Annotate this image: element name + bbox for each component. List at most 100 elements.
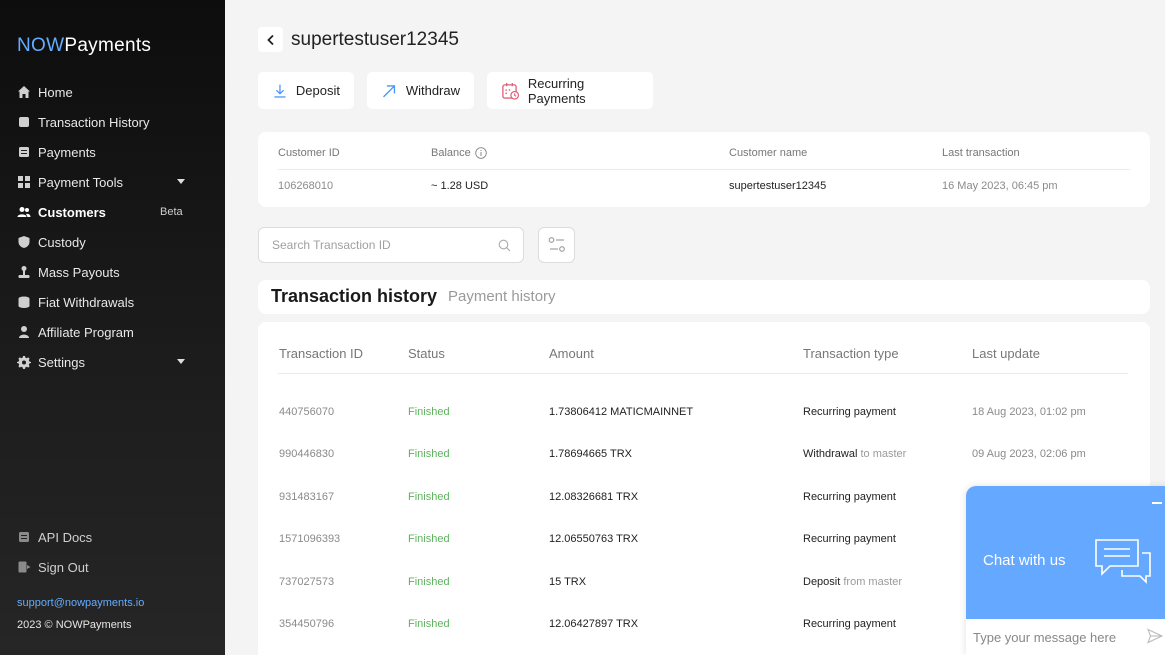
sign-out-icon (17, 560, 31, 574)
transaction-id: 354450796 (279, 618, 335, 630)
sidebar-item-label: Payments (38, 144, 96, 160)
transaction-type-label: Recurring payment (803, 491, 896, 503)
last-update: 18 Aug 2023, 01:02 pm (972, 406, 1086, 418)
table-row[interactable]: 990446830 Finished 1.78694665 TRX Withdr… (258, 448, 1150, 468)
chevron-left-icon (266, 34, 274, 45)
customer-name-header: Customer name (729, 147, 808, 159)
grid-icon (17, 175, 31, 189)
filter-button[interactable] (538, 227, 575, 263)
column-header-amount[interactable]: Amount (549, 346, 594, 361)
home-icon (17, 85, 31, 99)
sidebar-item-transaction-history[interactable]: Transaction History (0, 107, 225, 137)
transaction-type-label: Deposit (803, 576, 841, 588)
chat-widget: Chat with us (966, 486, 1165, 655)
filter-icon (548, 237, 565, 252)
status-badge: Finished (408, 576, 450, 588)
sidebar-item-sign-out[interactable]: Sign Out (0, 552, 225, 582)
transaction-type: Recurring payment (803, 533, 896, 545)
withdraw-label: Withdraw (405, 83, 460, 98)
logo-now: NOW (17, 35, 65, 56)
sidebar-item-mass-payouts[interactable]: Mass Payouts (0, 257, 225, 287)
sidebar-item-label: Fiat Withdrawals (38, 294, 135, 310)
sidebar-item-settings[interactable]: Settings (0, 347, 225, 377)
customer-id-header: Customer ID (278, 147, 340, 159)
withdraw-button[interactable]: Withdraw (367, 72, 474, 109)
transaction-type-label: Recurring payment (803, 406, 896, 418)
customer-info-card: Customer ID Balance Customer name Last t… (258, 132, 1150, 207)
column-header-transaction-type[interactable]: Transaction type (803, 346, 899, 361)
sidebar-item-custody[interactable]: Custody (0, 227, 225, 257)
deposit-label: Deposit (295, 83, 340, 98)
chat-input-bar (966, 619, 1165, 655)
sidebar-item-label: Settings (38, 354, 85, 370)
calendar-clock-icon (502, 82, 520, 100)
sidebar-item-label: Mass Payouts (38, 264, 120, 280)
person-icon (17, 325, 31, 339)
chevron-down-icon[interactable] (177, 179, 185, 184)
sidebar-item-label: Affiliate Program (38, 324, 134, 340)
recurring-payments-button[interactable]: Recurring Payments (487, 72, 653, 109)
support-email-link[interactable]: support@nowpayments.io (17, 597, 144, 609)
minimize-icon[interactable] (1152, 502, 1162, 504)
column-header-status[interactable]: Status (408, 346, 445, 361)
search-icon[interactable] (498, 239, 511, 252)
sidebar-item-api-docs[interactable]: API Docs (0, 522, 225, 552)
sidebar-item-label: Custody (38, 234, 86, 250)
amount: 1.73806412 MATICMAINNET (549, 406, 694, 418)
sidebar-item-fiat-withdrawals[interactable]: Fiat Withdrawals (0, 287, 225, 317)
history-tabs: Transaction history Payment history (258, 280, 1150, 314)
chat-title: Chat with us (983, 552, 1066, 569)
divider (278, 169, 1130, 170)
divider (278, 373, 1128, 374)
table-row[interactable]: 440756070 Finished 1.73806412 MATICMAINN… (258, 406, 1150, 426)
status-badge: Finished (408, 491, 450, 503)
amount: 12.06550763 TRX (549, 533, 639, 545)
sidebar-item-home[interactable]: Home (0, 77, 225, 107)
search-box (258, 227, 524, 263)
sidebar-item-payment-tools[interactable]: Payment Tools (0, 167, 225, 197)
chat-bubble-icon (1095, 539, 1151, 584)
brand-logo[interactable]: NOWPayments (17, 35, 151, 57)
sidebar: NOWPayments Home Transaction History Pay… (0, 0, 225, 655)
tab-transaction-history[interactable]: Transaction history (271, 286, 437, 307)
column-header-last-update[interactable]: Last update (972, 346, 1040, 361)
balance-header: Balance (431, 147, 487, 159)
last-transaction-value: 16 May 2023, 06:45 pm (942, 180, 1058, 192)
column-header-transaction-id[interactable]: Transaction ID (279, 346, 363, 361)
wallet-icon (17, 115, 31, 129)
last-transaction-header: Last transaction (942, 147, 1020, 159)
sidebar-item-payments[interactable]: Payments (0, 137, 225, 167)
status-badge: Finished (408, 448, 450, 460)
sidebar-item-affiliate-program[interactable]: Affiliate Program (0, 317, 225, 347)
tab-payment-history[interactable]: Payment history (448, 288, 556, 305)
balance-value: ~ 1.28 USD (431, 180, 489, 192)
api-doc-icon (17, 530, 31, 544)
deposit-button[interactable]: Deposit (258, 72, 354, 109)
bank-icon (17, 295, 31, 309)
recurring-payments-label: Recurring Payments (527, 75, 586, 106)
info-icon[interactable] (475, 147, 487, 159)
sidebar-item-label: API Docs (38, 529, 93, 545)
shield-icon (17, 235, 31, 249)
sidebar-bottom-nav: API Docs Sign Out (0, 522, 225, 582)
chat-header[interactable]: Chat with us (966, 486, 1165, 619)
transaction-id: 1571096393 (279, 533, 341, 545)
download-icon (274, 84, 286, 98)
transaction-type: Deposit from master (803, 576, 902, 588)
search-input[interactable] (272, 228, 492, 262)
transaction-type-label: Recurring payment (803, 533, 896, 545)
last-update: 09 Aug 2023, 02:06 pm (972, 448, 1086, 460)
document-icon (17, 145, 31, 159)
amount: 12.08326681 TRX (549, 491, 639, 503)
status-badge: Finished (408, 406, 450, 418)
chevron-down-icon[interactable] (177, 359, 185, 364)
send-icon[interactable] (1147, 628, 1163, 644)
balance-header-label: Balance (431, 147, 471, 159)
chat-message-input[interactable] (966, 619, 1146, 655)
customer-name-value: supertestuser12345 (729, 180, 827, 192)
sidebar-item-label: Customers (38, 204, 106, 220)
transaction-id: 737027573 (279, 576, 335, 588)
sidebar-item-customers[interactable]: Customers Beta (0, 197, 225, 227)
back-button[interactable] (258, 27, 283, 52)
amount: 1.78694665 TRX (549, 448, 632, 460)
